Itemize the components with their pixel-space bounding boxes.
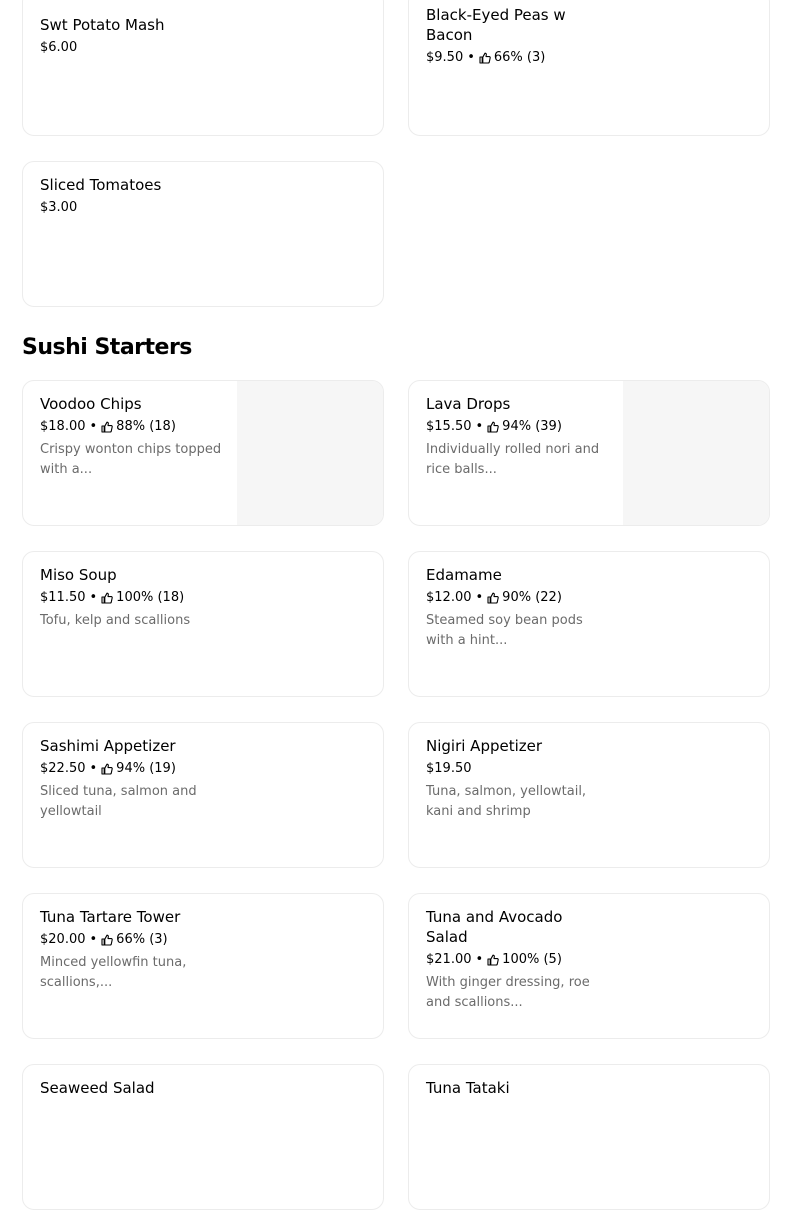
item-price: $21.00: [426, 952, 472, 967]
separator-dot: •: [89, 932, 98, 947]
item-meta: $15.50 • 94% (39): [426, 418, 611, 436]
section-title: Sushi Starters: [22, 335, 192, 360]
thumbs-up-icon: [101, 763, 113, 775]
menu-item-card[interactable]: Swt Potato Mash $6.00: [22, 0, 384, 136]
menu-item-card[interactable]: Black-Eyed Peas w Bacon $9.50 • 66% (3): [408, 0, 770, 136]
thumbs-up-icon: [487, 592, 499, 604]
item-description: Tuna, salmon, yellowtail, kani and shrim…: [426, 784, 587, 819]
item-name: Voodoo Chips: [40, 395, 142, 413]
item-name: Black-Eyed Peas w Bacon: [426, 6, 566, 44]
item-name: Sliced Tomatoes: [40, 176, 162, 194]
item-name: Tuna and Avocado Salad: [426, 908, 563, 946]
item-price: $12.00: [426, 590, 472, 605]
item-price: $20.00: [40, 932, 86, 947]
item-price: $22.50: [40, 761, 86, 776]
item-meta: $11.50 • 100% (18): [40, 589, 225, 607]
item-name: Edamame: [426, 566, 502, 584]
item-image: [237, 381, 383, 525]
item-rating: 66% (3): [116, 932, 168, 947]
separator-dot: •: [89, 761, 98, 776]
separator-dot: •: [89, 590, 98, 605]
item-meta: $21.00 • 100% (5): [426, 951, 611, 969]
thumbs-up-icon: [487, 954, 499, 966]
menu-item-card[interactable]: Tuna Tataki: [408, 1064, 770, 1210]
item-description: Sliced tuna, salmon and yellowtail: [40, 784, 197, 819]
item-name: Seaweed Salad: [40, 1079, 155, 1097]
menu-item-card[interactable]: Nigiri Appetizer $19.50 Tuna, salmon, ye…: [408, 722, 770, 868]
thumbs-up-icon: [101, 934, 113, 946]
menu-item-card[interactable]: Voodoo Chips $18.00 • 88% (18) Crispy wo…: [22, 380, 384, 526]
menu-item-card[interactable]: Sashimi Appetizer $22.50 • 94% (19) Slic…: [22, 722, 384, 868]
item-image: [623, 381, 769, 525]
item-meta: $12.00 • 90% (22): [426, 589, 611, 607]
menu-item-card[interactable]: Edamame $12.00 • 90% (22) Steamed soy be…: [408, 551, 770, 697]
item-price: $11.50: [40, 590, 86, 605]
item-price: $9.50: [426, 50, 464, 65]
item-description: Crispy wonton chips topped with a...: [40, 442, 222, 477]
item-rating: 66% (3): [493, 50, 546, 65]
item-name: Sashimi Appetizer: [40, 737, 176, 755]
item-meta: $3.00: [40, 199, 225, 217]
thumbs-up-icon: [101, 421, 113, 433]
item-rating: 94% (19): [116, 761, 176, 776]
item-meta: $19.50: [426, 760, 611, 778]
item-name: Lava Drops: [426, 395, 511, 413]
item-meta: $6.00: [40, 39, 225, 57]
item-price: $15.50: [426, 419, 472, 434]
item-name: Tuna Tataki: [426, 1079, 510, 1097]
item-rating: 100% (5): [502, 952, 562, 967]
item-description: Tofu, kelp and scallions: [40, 613, 191, 628]
item-description: Individually rolled nori and rice balls.…: [426, 442, 600, 477]
menu-item-card[interactable]: Sliced Tomatoes $3.00: [22, 161, 384, 307]
item-price: $3.00: [40, 200, 78, 215]
separator-dot: •: [467, 50, 475, 65]
item-meta: $20.00 • 66% (3): [40, 931, 225, 949]
item-name: Tuna Tartare Tower: [40, 908, 181, 926]
menu-item-card[interactable]: Miso Soup $11.50 • 100% (18) Tofu, kelp …: [22, 551, 384, 697]
item-rating: 88% (18): [116, 419, 176, 434]
thumbs-up-icon: [101, 592, 113, 604]
item-price: $19.50: [426, 761, 472, 776]
separator-dot: •: [475, 419, 484, 434]
item-description: With ginger dressing, roe and scallions.…: [426, 975, 590, 1010]
thumbs-up-icon: [479, 52, 491, 64]
item-rating: 94% (39): [502, 419, 562, 434]
item-description: Steamed soy bean pods with a hint...: [426, 613, 583, 648]
item-name: Miso Soup: [40, 566, 117, 584]
item-meta: $18.00 • 88% (18): [40, 418, 225, 436]
item-description: Minced yellowfin tuna, scallions,...: [40, 955, 187, 990]
item-name: Nigiri Appetizer: [426, 737, 543, 755]
item-rating: 90% (22): [502, 590, 562, 605]
thumbs-up-icon: [487, 421, 499, 433]
item-price: $18.00: [40, 419, 86, 434]
menu-item-card[interactable]: Tuna and Avocado Salad $21.00 • 100% (5)…: [408, 893, 770, 1039]
menu-item-card[interactable]: Seaweed Salad: [22, 1064, 384, 1210]
separator-dot: •: [475, 590, 484, 605]
item-rating: 100% (18): [116, 590, 185, 605]
item-meta: $22.50 • 94% (19): [40, 760, 225, 778]
separator-dot: •: [475, 952, 484, 967]
item-meta: $9.50 • 66% (3): [426, 49, 611, 67]
item-name: Swt Potato Mash: [40, 16, 165, 34]
menu-item-card[interactable]: Tuna Tartare Tower $20.00 • 66% (3) Minc…: [22, 893, 384, 1039]
separator-dot: •: [89, 419, 98, 434]
menu-item-card[interactable]: Lava Drops $15.50 • 94% (39) Individuall…: [408, 380, 770, 526]
item-price: $6.00: [40, 40, 78, 55]
